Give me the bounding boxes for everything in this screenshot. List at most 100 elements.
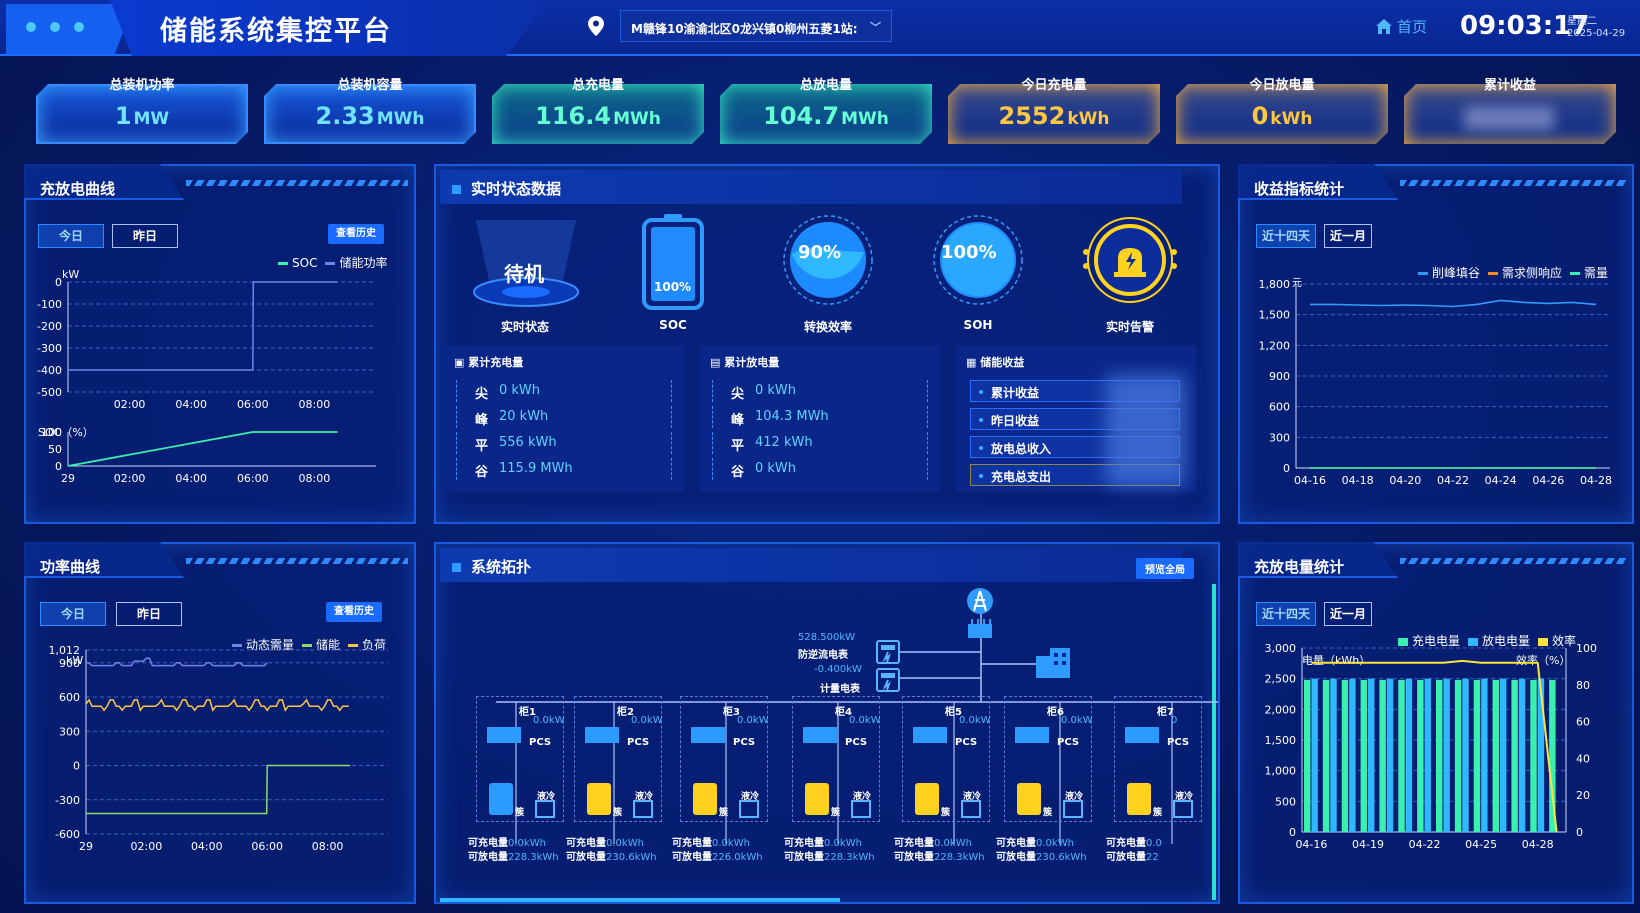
x-tick-label: 29 (61, 472, 75, 485)
discharge-bar (1386, 678, 1394, 832)
menu-dots-icon[interactable] (26, 22, 84, 32)
y-tick-label: 50 (48, 443, 62, 456)
storage-series-line (86, 764, 351, 815)
weekday: 星期二 (1567, 16, 1597, 27)
x-tick-label: 06:00 (237, 472, 269, 485)
charge-bar (1379, 679, 1386, 832)
y-right-tick-label: 20 (1576, 789, 1590, 802)
home-link[interactable]: 首页 (1376, 16, 1427, 37)
discharge-bar (1481, 678, 1488, 832)
grid-tower-icon (967, 588, 993, 638)
discharge-bar (1311, 678, 1318, 832)
y-tick-label: 300 (1269, 431, 1290, 444)
x-tick-label: 04-25 (1465, 838, 1497, 851)
y-tick-label: 1,200 (1259, 339, 1291, 352)
charge-bar (1341, 679, 1349, 832)
charge-bar (1360, 679, 1367, 832)
alarm-icon[interactable] (1082, 214, 1178, 306)
power-curve-panel: 功率曲线 今日 昨日 查看历史 动态需量 储能 负荷 kW 1,012 900 60… (24, 542, 416, 904)
alarm-label: 实时告警 (1105, 320, 1154, 334)
chevron-down-icon: ﹀ (870, 21, 881, 34)
kpi-total-power: 总装机功率 1 MW (36, 74, 248, 144)
discharge-bar (1518, 678, 1526, 832)
site-name: M赣锋10渝渝北区0龙兴镇0柳州五菱1站: (631, 22, 858, 36)
charge-bar (1454, 679, 1462, 832)
y-tick-label: 1,012 (49, 644, 81, 657)
realtime-panel: 实时状态数据 待机 实时状态 100% SOC 90% 转换效率 100% SO… (434, 164, 1220, 524)
demand-series-line (86, 657, 268, 667)
home-icon (1376, 19, 1392, 34)
charge-row-valley: 谷 115.9 MWh (456, 458, 672, 480)
date: 2025-04-29 (1567, 28, 1626, 39)
series-line-0 (1310, 299, 1597, 308)
discharge-row-peak: 峰 104.3 MWh (712, 406, 928, 428)
y-tick-label: 500 (1275, 795, 1296, 808)
y-tick-label: 0 (55, 276, 62, 289)
kpi-total-discharge: 总放电量 104.7 MWh (720, 74, 932, 144)
y-tick-label: 1,800 (1259, 278, 1291, 291)
charge-bar (1492, 679, 1499, 832)
kpi-label: 总装机功率 (109, 78, 175, 93)
sub-title: 储能收益 (980, 356, 1025, 369)
y-tick-label: 600 (59, 691, 80, 704)
discharge-bar (1500, 678, 1507, 832)
y-tick-label: 600 (1269, 401, 1290, 414)
meter2-label: 计量电表 (820, 684, 860, 695)
kpi-today-charge: 今日充电量 2552 kWh (948, 74, 1160, 144)
charge-bar (1304, 679, 1311, 832)
cumulative-discharge-box: ▤ 累计放电量 尖0 kWh 峰 104.3 MWh 平 412 kWh 谷0 kW… (700, 346, 940, 492)
y-right-tick-label: 40 (1576, 752, 1590, 765)
y-tick-label: 1,500 (1259, 309, 1291, 322)
x-tick-label: 04-26 (1532, 474, 1564, 487)
charge-row-flat: 平 556 kWh (456, 432, 672, 454)
storage-income-box: ▦ 储能收益 累计收益 昨日收益 放电总收入 充电总支出 (956, 346, 1196, 492)
charge-bar (1511, 679, 1518, 832)
battery-icon (642, 214, 704, 310)
blurred-value (1464, 106, 1554, 130)
y-tick-label: 2,500 (1265, 673, 1297, 686)
x-tick-label: 04-16 (1295, 838, 1327, 851)
y-tick-label: 3,000 (1265, 642, 1297, 655)
y-right-tick-label: 100 (1576, 642, 1597, 655)
kpi-label: 今日放电量 (1249, 78, 1315, 93)
kpi-unit: MWh (841, 109, 889, 129)
charge-bar (1436, 679, 1443, 832)
sub-title: 累计充电量 (468, 356, 524, 369)
discharge-row-valley: 谷0 kWh (712, 458, 928, 480)
charge-bar (1322, 679, 1330, 832)
charge-bar (1398, 679, 1405, 832)
income-stats-panel: 收益指标统计 近十四天 近一月 削峰填谷 需求侧响应 需量 元 1,800 1,5… (1238, 164, 1634, 524)
kpi-total-charge: 总充电量 116.4 MWh (492, 74, 704, 144)
x-tick-label: 02:00 (131, 840, 163, 853)
x-tick-label: 04-18 (1342, 474, 1374, 487)
kpi-total-capacity: 总装机容量 2.33 MWh (264, 74, 476, 144)
x-tick-label: 04-22 (1437, 474, 1469, 487)
soc-label: SOC (659, 318, 687, 332)
kpi-unit: MW (133, 109, 170, 129)
y-tick-label: 300 (59, 725, 80, 738)
discharge-row-flat: 平 412 kWh (712, 432, 928, 454)
state-label: 实时状态 (500, 320, 549, 334)
discharge-bar (1349, 678, 1356, 832)
y-right-tick-label: 0 (1576, 826, 1583, 839)
calculator-icon: ▦ (966, 356, 981, 369)
efficiency-label: 转换效率 (803, 320, 852, 334)
charge-bar (1417, 679, 1424, 832)
kpi-unit: kWh (1067, 109, 1110, 129)
discharge-bar (1405, 678, 1413, 832)
discharge-bar (1462, 678, 1469, 832)
discharge-row-peak-top: 尖0 kWh (712, 380, 928, 402)
x-tick-label: 06:00 (251, 840, 283, 853)
x-tick-label: 08:00 (299, 398, 331, 411)
power-curve-chart: 1,012900 600 300 0 -300 -60029 02:00 04:00 06:00… (49, 644, 388, 853)
y-tick-label: -300 (55, 794, 80, 807)
soc-series-line (67, 431, 338, 467)
y-right-tick-label: 60 (1576, 716, 1590, 729)
y-tick-label: -400 (37, 364, 62, 377)
x-tick-label: 04-19 (1352, 838, 1384, 851)
site-selector[interactable]: M赣锋10渝渝北区0龙兴镇0柳州五菱1站: ﹀ (620, 10, 892, 42)
x-tick-label: 02:00 (114, 398, 146, 411)
y-tick-label: -100 (37, 298, 62, 311)
soh-label: SOH (963, 318, 993, 332)
efficiency-value: 90% (798, 242, 842, 263)
